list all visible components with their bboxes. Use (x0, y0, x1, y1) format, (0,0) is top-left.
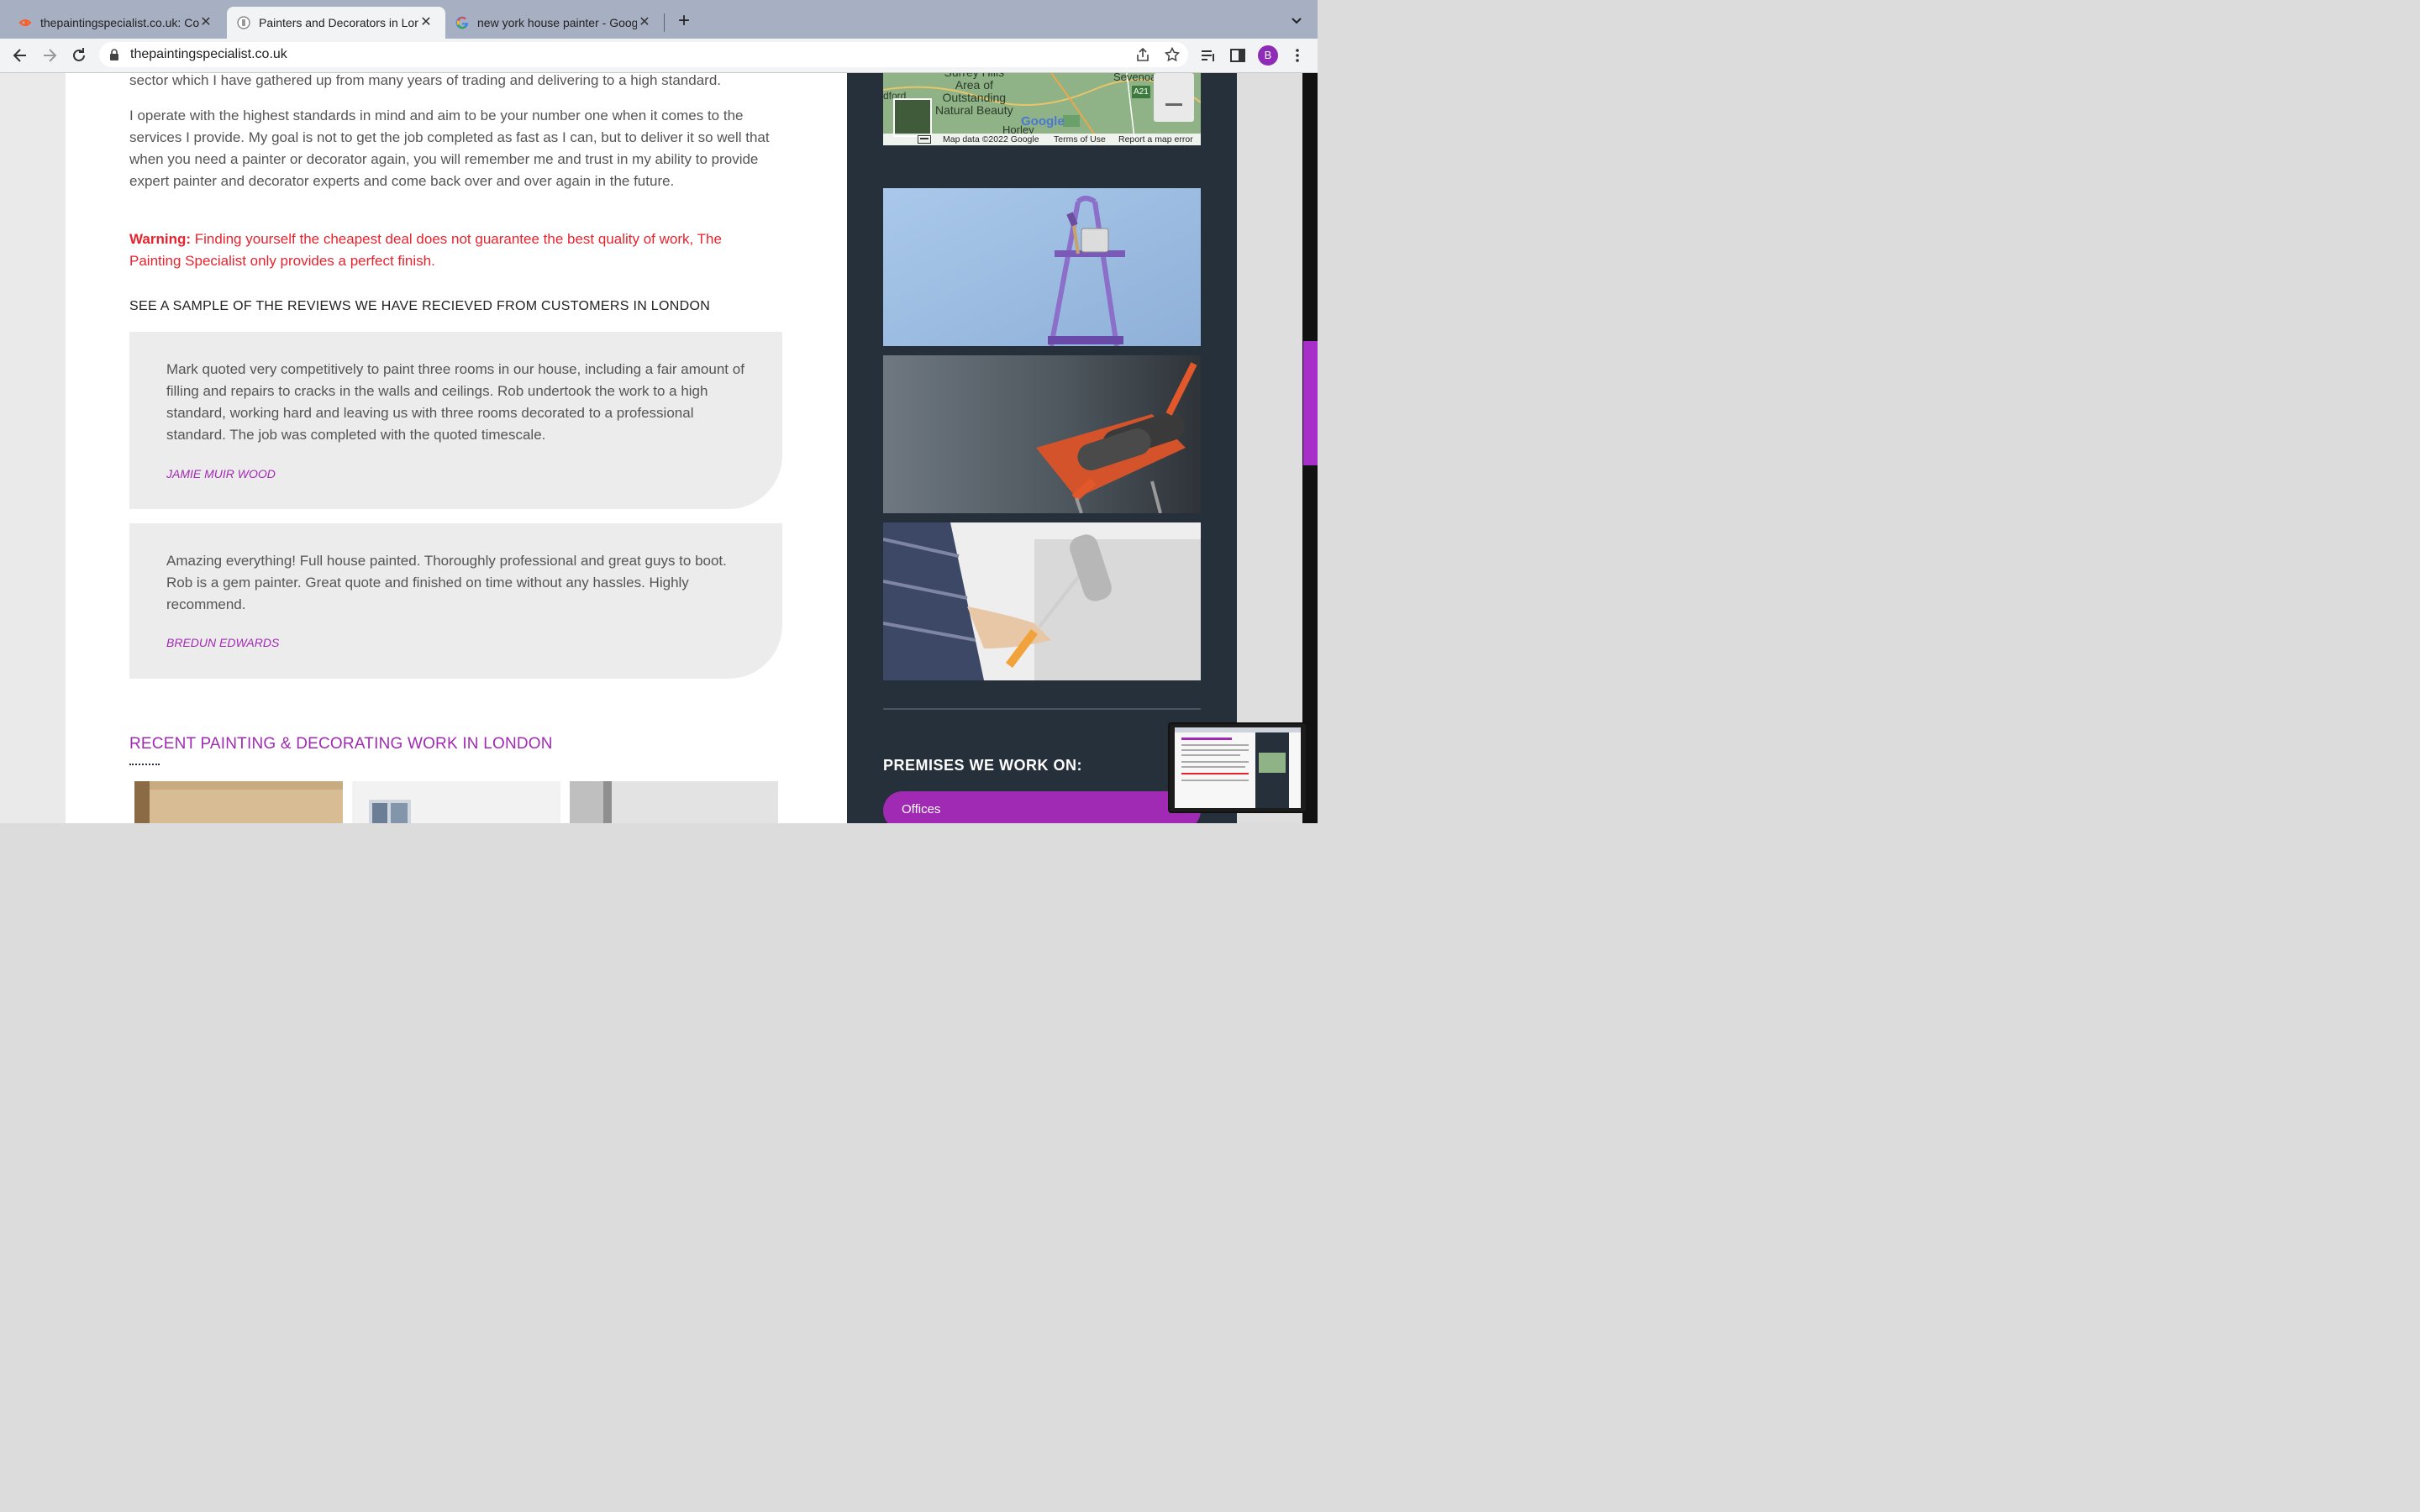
recent-work-heading: RECENT PAINTING & DECORATING WORK IN LON… (129, 735, 553, 753)
sidebar: Surrey Hills Area of Outstanding Natural… (847, 73, 1237, 823)
map-label-area: Surrey Hills Area of Outstanding Natural… (935, 73, 1013, 117)
reading-list-icon[interactable] (1200, 47, 1217, 64)
review-text: Mark quoted very competitively to paint … (166, 361, 744, 443)
browser-toolbar: thepaintingspecialist.co.uk B (0, 39, 1318, 73)
map-data-text: Map data ©2022 Google (943, 134, 1039, 144)
address-bar[interactable]: thepaintingspecialist.co.uk (99, 42, 1188, 67)
premises-item-label: Offices (902, 802, 941, 816)
paragraph-standards: I operate with the highest standards in … (129, 108, 770, 189)
review-author: BREDUN EDWARDS (166, 636, 280, 649)
report-map-error-link[interactable]: Report a map error (1118, 134, 1193, 144)
tab-strip: thepaintingspecialist.co.uk: Co ✕ Painte… (0, 0, 1318, 39)
terms-link[interactable]: Terms of Use (1054, 134, 1106, 144)
main-content: sector which I have gathered up from man… (66, 73, 847, 823)
tab-painters[interactable]: Painters and Decorators in Lon ✕ (227, 7, 445, 39)
ladder-paint-image (883, 188, 1201, 346)
tab-title: Painters and Decorators in Lon (259, 16, 418, 29)
roller-tray-image (883, 355, 1201, 513)
reload-icon[interactable] (70, 46, 88, 65)
tab-google[interactable]: new york house painter - Goog ✕ (447, 7, 664, 39)
gallery-thumbnail[interactable] (352, 781, 560, 823)
painting-wall-image (883, 522, 1201, 680)
right-gutter (1237, 73, 1302, 823)
map-road-label: A21 (1132, 86, 1150, 98)
review-author: JAMIE MUIR WOOD (166, 467, 276, 480)
chevron-down-icon[interactable] (1290, 13, 1303, 27)
keyboard-icon[interactable] (918, 135, 931, 144)
heading-underline (129, 764, 160, 765)
site-favicon-icon (237, 16, 250, 29)
map-zoom-controls[interactable] (1154, 73, 1194, 122)
map-label-town: Sevenoa (1113, 73, 1157, 83)
new-tab-button[interactable]: + (675, 11, 693, 31)
sidebar-divider (883, 708, 1201, 710)
profile-avatar[interactable]: B (1258, 45, 1278, 66)
back-arrow-icon[interactable] (11, 46, 29, 65)
review-card: Mark quoted very competitively to paint … (129, 332, 782, 509)
review-text: Amazing everything! Full house painted. … (166, 553, 727, 612)
google-map[interactable]: Surrey Hills Area of Outstanding Natural… (883, 73, 1201, 145)
zoom-out-icon[interactable] (1165, 103, 1182, 106)
forward-arrow-icon[interactable] (40, 46, 59, 65)
lock-icon[interactable] (109, 49, 119, 60)
warning-text: Finding yourself the cheapest deal does … (129, 231, 722, 269)
gallery-thumbnail[interactable] (570, 781, 778, 823)
page-viewport: sector which I have gathered up from man… (0, 73, 1318, 823)
tab-hover-preview (1168, 722, 1307, 813)
semrush-flame-icon (18, 19, 32, 26)
premises-heading: PREMISES WE WORK ON: (883, 757, 1083, 774)
map-attribution: Map data ©2022 Google Terms of Use Repor… (883, 134, 1201, 145)
url-text[interactable]: thepaintingspecialist.co.uk (130, 47, 287, 62)
kebab-menu-icon[interactable] (1289, 47, 1306, 64)
preview-thumbnail-icon (1175, 727, 1301, 808)
side-panel-icon[interactable] (1229, 47, 1246, 64)
google-g-icon (455, 16, 469, 29)
scrollbar-thumb[interactable] (1303, 341, 1318, 465)
share-icon[interactable] (1135, 47, 1150, 62)
map-satellite-toggle[interactable] (893, 98, 932, 137)
reviews-heading: SEE A SAMPLE OF THE REVIEWS WE HAVE RECI… (129, 299, 711, 313)
tab-semrush[interactable]: thepaintingspecialist.co.uk: Co ✕ (0, 7, 225, 39)
paragraph-top-line: sector which I have gathered up from man… (129, 73, 722, 88)
tab-separator (664, 13, 665, 32)
close-icon[interactable]: ✕ (418, 15, 434, 30)
bookmark-star-icon[interactable] (1165, 47, 1180, 62)
close-icon[interactable]: ✕ (637, 15, 652, 30)
warning-paragraph: Warning: Finding yourself the cheapest d… (129, 228, 776, 272)
tab-title: thepaintingspecialist.co.uk: Co (40, 16, 200, 29)
review-card: Amazing everything! Full house painted. … (129, 523, 782, 679)
tab-title: new york house painter - Goog (477, 16, 637, 29)
premises-item-offices[interactable]: Offices (883, 791, 1201, 823)
warning-label: Warning: (129, 231, 192, 247)
gallery-thumbnail[interactable] (134, 781, 343, 823)
close-icon[interactable]: ✕ (198, 15, 213, 30)
google-logo: Google (1021, 114, 1065, 129)
